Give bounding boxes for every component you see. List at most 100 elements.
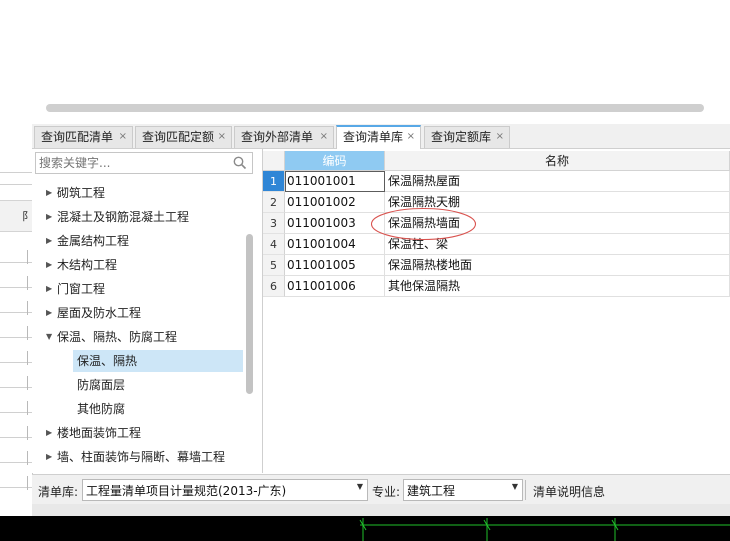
chevron-right-icon[interactable]: ▶	[46, 278, 52, 300]
divider	[27, 426, 28, 440]
tree-item-wall-column-finish[interactable]: ▶ 墙、柱面装饰与隔断、幕墙工程	[32, 446, 242, 468]
chevron-right-icon[interactable]: ▶	[46, 422, 52, 444]
bill-info-button[interactable]: 清单说明信息	[533, 483, 605, 500]
code-cell[interactable]: 011001001	[285, 171, 385, 192]
divider	[27, 301, 28, 315]
horizontal-scrollbar[interactable]	[46, 104, 704, 112]
tree-item-doors-windows[interactable]: ▶ 门窗工程	[32, 278, 242, 300]
divider	[27, 250, 28, 264]
code-cell[interactable]: 011001005	[285, 255, 385, 276]
divider	[27, 401, 28, 415]
row-number[interactable]: 4	[263, 234, 285, 255]
tree-item-masonry[interactable]: ▶ 砌筑工程	[32, 182, 242, 204]
tree-item-label: 门窗工程	[57, 282, 106, 296]
tree-item-other-anticorrosion[interactable]: 其他防腐	[32, 398, 242, 420]
tree-item-floor-finish[interactable]: ▶ 楼地面装饰工程	[32, 422, 242, 444]
search-icon[interactable]	[232, 155, 248, 171]
divider	[27, 351, 28, 365]
tree-item-label: 保温、隔热、防腐工程	[57, 330, 178, 344]
tree-item-label: 墙、柱面装饰与隔断、幕墙工程	[57, 450, 226, 464]
tree-item-label: 防腐面层	[77, 378, 126, 392]
close-icon[interactable]: ×	[119, 127, 127, 147]
grid-corner	[263, 151, 285, 171]
drawing-lines	[359, 518, 730, 541]
row-number[interactable]: 3	[263, 213, 285, 234]
close-icon[interactable]: ×	[407, 127, 415, 147]
bottom-toolbar: 清单库: 工程量清单项目计量规范(2013-广东) ▼ 专业: 建筑工程 ▼ 清…	[32, 474, 730, 505]
close-icon[interactable]: ×	[496, 127, 504, 147]
divider	[27, 451, 28, 465]
specialty-select[interactable]: 建筑工程 ▼	[403, 479, 523, 501]
chevron-right-icon[interactable]: ▶	[46, 446, 52, 468]
close-icon[interactable]: ×	[320, 127, 328, 147]
chevron-right-icon[interactable]: ▶	[46, 230, 52, 252]
tab-match-bill[interactable]: 查询匹配清单 ×	[34, 126, 133, 148]
vertical-scrollbar-thumb[interactable]	[246, 234, 253, 394]
column-header-name[interactable]: 名称	[385, 151, 730, 171]
row-number[interactable]: 6	[263, 276, 285, 297]
tree-item-metal-structure[interactable]: ▶ 金属结构工程	[32, 230, 242, 252]
chevron-right-icon[interactable]: ▶	[46, 206, 52, 228]
search-input[interactable]	[39, 154, 229, 172]
chevron-right-icon[interactable]: ▶	[46, 182, 52, 204]
category-tree-panel: ▶ 砌筑工程 ▶ 混凝土及钢筋混凝土工程 ▶ 金属结构工程 ▶ 木结构工程 ▶ …	[32, 149, 263, 473]
name-cell[interactable]: 保温隔热墙面	[385, 213, 730, 234]
tree-item-insulation-anticorrosion[interactable]: ▼ 保温、隔热、防腐工程	[32, 326, 242, 348]
name-cell[interactable]: 保温柱、梁	[385, 234, 730, 255]
name-cell[interactable]: 保温隔热楼地面	[385, 255, 730, 276]
tab-label: 查询匹配清单	[41, 130, 114, 144]
left-side-panel: 阝	[0, 0, 33, 516]
tree-item-label: 砌筑工程	[57, 186, 106, 200]
row-number[interactable]: 2	[263, 192, 285, 213]
bill-item-grid: 编码 名称 1 011001001 保温隔热屋面 2 011001002 保温隔…	[263, 149, 730, 473]
tab-external-bill[interactable]: 查询外部清单 ×	[234, 126, 334, 148]
specialty-label: 专业:	[372, 485, 401, 499]
tab-match-quota[interactable]: 查询匹配定额 ×	[135, 126, 232, 148]
tab-bar: 查询匹配清单 × 查询匹配定额 × 查询外部清单 × 查询清单库 × 查询定额库…	[32, 124, 730, 149]
tab-label: 查询外部清单	[241, 130, 314, 144]
tab-label: 查询清单库	[343, 130, 404, 144]
divider	[27, 476, 28, 490]
tab-label: 查询定额库	[431, 130, 492, 144]
specialty-value: 建筑工程	[407, 484, 456, 498]
tree-item-label: 保温、隔热	[77, 354, 138, 368]
chevron-down-icon[interactable]: ▼	[46, 326, 52, 348]
divider	[0, 184, 32, 185]
close-icon[interactable]: ×	[218, 127, 226, 147]
divider	[525, 480, 526, 500]
left-panel-header: 阝	[0, 200, 33, 232]
tree-item-label: 楼地面装饰工程	[57, 426, 142, 440]
tree-item-wood-structure[interactable]: ▶ 木结构工程	[32, 254, 242, 276]
name-cell[interactable]: 保温隔热天棚	[385, 192, 730, 213]
tree-item-roof-waterproof[interactable]: ▶ 屋面及防水工程	[32, 302, 242, 324]
row-number[interactable]: 1	[263, 171, 285, 192]
code-cell[interactable]: 011001004	[285, 234, 385, 255]
code-cell[interactable]: 011001002	[285, 192, 385, 213]
dropdown-arrow-icon[interactable]: ▼	[512, 482, 518, 491]
tree-item-label: 木结构工程	[57, 258, 118, 272]
dropdown-arrow-icon[interactable]: ▼	[357, 482, 363, 491]
search-box[interactable]	[35, 152, 253, 174]
drawing-canvas[interactable]	[0, 516, 730, 541]
chevron-right-icon[interactable]: ▶	[46, 302, 52, 324]
code-cell[interactable]: 011001006	[285, 276, 385, 297]
chevron-right-icon[interactable]: ▶	[46, 254, 52, 276]
code-cell[interactable]: 011001003	[285, 213, 385, 234]
tree-item-label: 其他防腐	[77, 402, 126, 416]
tree-item-anticorrosion-layer[interactable]: 防腐面层	[32, 374, 242, 396]
library-select[interactable]: 工程量清单项目计量规范(2013-广东) ▼	[82, 479, 368, 501]
tab-quota-library[interactable]: 查询定额库 ×	[424, 126, 510, 148]
column-header-code[interactable]: 编码	[285, 151, 385, 171]
tree-item-label: 混凝土及钢筋混凝土工程	[57, 210, 190, 224]
tree-item-label: 屋面及防水工程	[57, 306, 142, 320]
status-strip	[32, 504, 730, 516]
name-cell[interactable]: 其他保温隔热	[385, 276, 730, 297]
divider	[27, 376, 28, 390]
tree-item-label: 金属结构工程	[57, 234, 130, 248]
row-number[interactable]: 5	[263, 255, 285, 276]
tree-item-concrete[interactable]: ▶ 混凝土及钢筋混凝土工程	[32, 206, 242, 228]
tab-bill-library[interactable]: 查询清单库 ×	[336, 125, 421, 149]
name-cell[interactable]: 保温隔热屋面	[385, 171, 730, 192]
library-value: 工程量清单项目计量规范(2013-广东)	[86, 484, 287, 498]
tree-item-insulation[interactable]: 保温、隔热	[73, 350, 243, 372]
